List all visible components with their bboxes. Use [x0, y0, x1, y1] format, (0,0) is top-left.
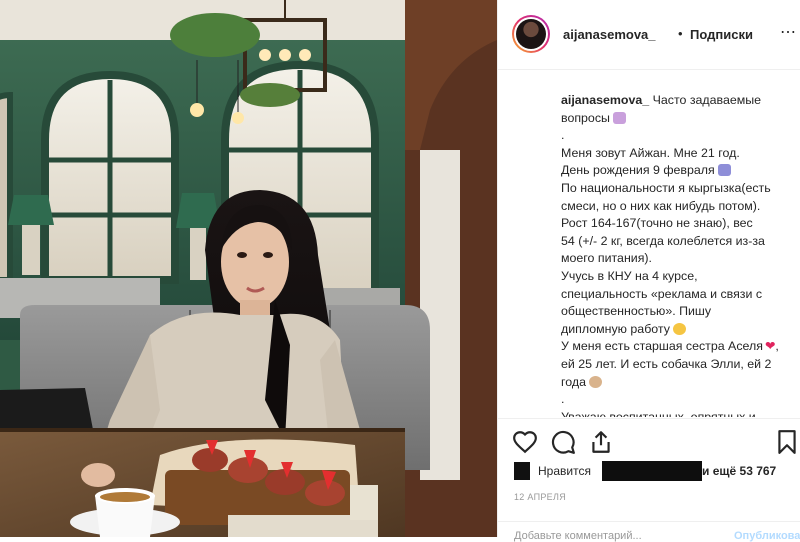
caption-line: .	[561, 128, 565, 143]
heart-icon[interactable]	[512, 429, 538, 455]
post-side-panel: aijanasemova_ • Подписки ⋯ aijanasemova_…	[497, 0, 800, 542]
avatar-image	[516, 19, 546, 49]
comment-icon[interactable]	[550, 429, 576, 455]
caption-line: моего питания).	[561, 251, 652, 266]
caption-line: года	[561, 374, 791, 392]
likers-avatar-redacted	[514, 462, 530, 480]
post-photo[interactable]	[0, 0, 497, 537]
likes-count-link[interactable]: и ещё 53 767	[702, 464, 776, 478]
caption-line: Рост 164-167(точно не знаю), вес	[561, 216, 753, 231]
caption-line: aijanasemova_ Часто задаваемые	[561, 92, 791, 110]
post-caption: aijanasemova_ Часто задаваемые вопросы .…	[561, 92, 791, 417]
likes-label: Нравится	[538, 464, 591, 478]
header-separator: •	[678, 26, 683, 41]
publish-button[interactable]: Опубликовать	[734, 530, 800, 542]
caption-line: Учусь в КНУ на 4 курсе,	[561, 268, 698, 283]
comment-input[interactable]: Добавьте комментарий...	[514, 530, 642, 542]
photo-illustration	[0, 0, 497, 537]
caption-username-link[interactable]: aijanasemova_	[561, 93, 649, 107]
caption-line: .	[561, 392, 565, 407]
caption-line: День рождения 9 февраля	[561, 162, 791, 180]
post-date[interactable]: 12 АПРЕЛЯ	[514, 492, 566, 502]
liker-name-redacted[interactable]	[602, 461, 702, 481]
follow-button[interactable]: Подписки	[690, 27, 753, 42]
bookmark-icon[interactable]	[774, 429, 800, 455]
caption-line: общественностью». Пишу	[561, 304, 712, 319]
comment-bar: Добавьте комментарий... Опубликовать	[498, 521, 800, 542]
header-username-link[interactable]: aijanasemova_	[563, 27, 656, 42]
woman-raising-hand-emoji-icon	[612, 111, 626, 124]
calendar-emoji-icon	[717, 164, 731, 177]
caption-line: 54 (+/- 2 кг, всегда колеблется из-за	[561, 233, 765, 248]
caption-line: Меня зовут Айжан. Мне 21 год.	[561, 145, 740, 160]
avatar-border	[514, 17, 548, 51]
caption-line: вопросы	[561, 110, 791, 128]
caption-line: смеси, но о них как нибудь потом).	[561, 198, 761, 213]
caption-line: специальность «реклама и связи с	[561, 286, 763, 301]
post-header: aijanasemova_ • Подписки ⋯	[498, 0, 800, 70]
post-actions: Нравится и ещё 53 767 12 АПРЕЛЯ Добавьте…	[498, 418, 800, 542]
avatar[interactable]	[512, 15, 550, 53]
caption-line: ей 25 лет. И есть собачка Элли, ей 2	[561, 356, 772, 371]
smiling-face-emoji-icon	[672, 322, 686, 335]
share-icon[interactable]	[588, 429, 614, 455]
dog-emoji-icon	[589, 375, 602, 388]
caption-text: Часто задаваемые	[652, 93, 762, 107]
red-heart-emoji-icon: ❤	[764, 339, 776, 354]
caption-line: По национальности я кыргызка(есть	[561, 180, 771, 195]
caption-line: дипломную работу	[561, 321, 791, 339]
caption-line: Уважаю воспитанных, опрятных и	[561, 409, 756, 417]
caption-line: У меня есть старшая сестра Аселя ❤,	[561, 339, 779, 354]
more-icon[interactable]: ⋯	[780, 22, 797, 42]
